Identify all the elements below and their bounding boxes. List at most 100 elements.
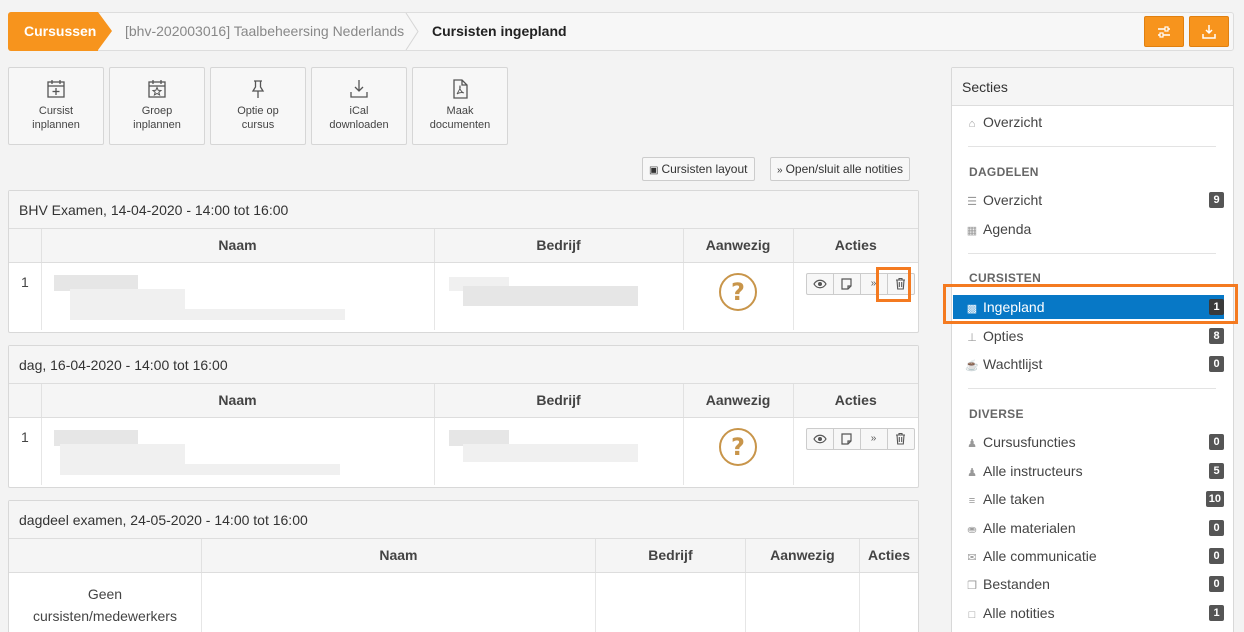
- col-index: [9, 539, 202, 573]
- trash-icon: [896, 432, 905, 445]
- sidebar-item-opties[interactable]: ⊥ Opties 8: [953, 324, 1224, 348]
- double-chevron-down-icon: »: [870, 433, 877, 444]
- ical-downloaden-button[interactable]: iCal downloaden: [311, 67, 407, 145]
- breadcrumb-course[interactable]: [bhv-202003016] Taalbeheersing Nederland…: [125, 13, 404, 50]
- attendance-unknown-icon[interactable]: ?: [719, 272, 757, 311]
- sidebar-item-label: Wachtlijst: [983, 356, 1043, 372]
- present-cell[interactable]: ?: [683, 417, 794, 485]
- calendar-icon: ▦: [966, 225, 978, 237]
- count-badge: 0: [1209, 576, 1224, 592]
- col-present: Aanwezig: [683, 384, 794, 418]
- tool-label-line2: documenten: [429, 119, 491, 131]
- users-icon: ♟: [967, 438, 977, 450]
- download-tray-icon: [1202, 24, 1216, 39]
- view-button[interactable]: [805, 272, 834, 295]
- settings-button[interactable]: [1144, 16, 1184, 47]
- divider: [968, 146, 1216, 147]
- pin-icon: ⊥: [967, 332, 977, 344]
- truck-icon: ⛂: [967, 524, 977, 536]
- empty-message: Geen cursisten/medewerkers: [9, 572, 202, 632]
- participant-name[interactable]: [41, 417, 435, 485]
- sections-sidebar: Secties ⌂ Overzicht DAGDELEN ☰ Overzicht 9 …: [951, 67, 1234, 632]
- sidebar-item-overzicht[interactable]: ⌂ Overzicht: [953, 110, 1224, 134]
- breadcrumb-separator: [405, 13, 419, 50]
- more-button[interactable]: »: [859, 427, 888, 450]
- col-name: Naam: [41, 229, 435, 263]
- count-badge: 5: [1209, 463, 1224, 479]
- tool-label-line2: inplannen: [133, 119, 181, 131]
- count-badge: 0: [1209, 548, 1224, 564]
- groep-inplannen-button[interactable]: Groep inplannen: [109, 67, 205, 145]
- sidebar-item-label: Alle notities: [983, 605, 1055, 621]
- maak-documenten-button[interactable]: Maak documenten: [412, 67, 508, 145]
- envelope-icon: ✉: [967, 552, 977, 564]
- note-icon: [841, 432, 852, 445]
- col-present: Aanwezig: [683, 229, 794, 263]
- user-icon: ♟: [967, 467, 977, 479]
- tool-label-line1: iCal: [349, 105, 369, 117]
- sidebar-item-dagdelen-overzicht[interactable]: ☰ Overzicht 9: [953, 188, 1224, 212]
- table-row[interactable]: 1 ? »: [9, 417, 918, 485]
- sidebar-item-label: Overzicht: [983, 114, 1043, 130]
- tool-label-line1: Maak: [446, 105, 474, 117]
- sidebar-item-wachtlijst[interactable]: ☕ Wachtlijst 0: [953, 352, 1224, 376]
- sidebar-item-agenda[interactable]: ▦ Agenda: [953, 217, 1224, 241]
- calendar-star-icon: [148, 80, 166, 98]
- tool-label-line1: Optie op: [237, 105, 279, 117]
- sidebar-item-taken[interactable]: ≡ Alle taken 10: [953, 487, 1224, 511]
- mug-icon: ☕: [965, 360, 979, 372]
- row-actions: »: [793, 417, 918, 485]
- count-badge: 8: [1209, 328, 1224, 344]
- sidebar-item-materialen[interactable]: ⛂ Alle materialen 0: [953, 516, 1224, 540]
- category-cursisten: CURSISTEN: [969, 271, 1042, 285]
- note-icon: [841, 277, 852, 290]
- delete-button[interactable]: [886, 427, 915, 450]
- sidebar-item-label: Alle taken: [983, 491, 1045, 507]
- double-chevron-icon: »: [777, 165, 783, 176]
- divider: [968, 388, 1216, 389]
- sidebar-item-cursusfuncties[interactable]: ♟ Cursusfuncties 0: [953, 430, 1224, 454]
- col-actions: Acties: [793, 229, 918, 263]
- section-title: dagdeel examen, 24-05-2020 - 14:00 tot 1…: [9, 501, 918, 539]
- category-diverse: DIVERSE: [969, 407, 1024, 421]
- present-cell[interactable]: ?: [683, 262, 794, 330]
- tool-label-line1: Groep: [141, 105, 173, 117]
- count-badge: 0: [1209, 520, 1224, 536]
- table-row[interactable]: 1 ? »: [9, 262, 918, 330]
- breadcrumb-home[interactable]: Cursussen: [8, 12, 112, 51]
- table-row: Geen cursisten/medewerkers: [9, 572, 918, 632]
- tool-label-line2: downloaden: [329, 119, 389, 131]
- cursist-inplannen-button[interactable]: Cursist inplannen: [8, 67, 104, 145]
- col-company: Bedrijf: [434, 384, 684, 418]
- sidebar-item-bestanden[interactable]: ❐ Bestanden 0: [953, 572, 1224, 596]
- download-icon: [350, 80, 368, 98]
- breadcrumb-current: Cursisten ingepland: [432, 23, 567, 39]
- col-name: Naam: [41, 384, 435, 418]
- sidebar-item-instructeurs[interactable]: ♟ Alle instructeurs 5: [953, 459, 1224, 483]
- participant-name[interactable]: [41, 262, 435, 330]
- note-button[interactable]: [832, 272, 861, 295]
- participants-table: Naam Bedrijf Aanwezig Acties 1 ? »: [9, 384, 918, 485]
- participants-table: Naam Bedrijf Aanwezig Acties Geen cursis…: [9, 539, 918, 632]
- session-section-2: dag, 16-04-2020 - 14:00 tot 16:00 Naam B…: [8, 345, 919, 488]
- col-company: Bedrijf: [595, 539, 746, 573]
- sidebar-item-notities[interactable]: □ Alle notities 1: [953, 601, 1224, 625]
- toggle-notes-button[interactable]: » Open/sluit alle notities: [770, 157, 910, 181]
- attendance-unknown-icon[interactable]: ?: [719, 427, 757, 466]
- sidebar-item-label: Overzicht: [983, 192, 1043, 208]
- note-button[interactable]: [832, 427, 861, 450]
- optie-op-cursus-button[interactable]: Optie op cursus: [210, 67, 306, 145]
- tasks-icon: ≡: [968, 495, 976, 507]
- col-index: [9, 229, 42, 263]
- col-present: Aanwezig: [745, 539, 860, 573]
- sidebar-title: Secties: [952, 68, 1233, 106]
- count-badge: 0: [1209, 356, 1224, 372]
- sidebar-item-communicatie[interactable]: ✉ Alle communicatie 0: [953, 544, 1224, 568]
- export-button[interactable]: [1189, 16, 1229, 47]
- view-button[interactable]: [805, 427, 834, 450]
- row-index: 1: [9, 262, 42, 330]
- col-actions: Acties: [793, 384, 918, 418]
- empty-cell: [595, 572, 746, 632]
- cursisten-layout-button[interactable]: ▣ Cursisten layout: [642, 157, 755, 181]
- ingepland-highlight: [943, 284, 1238, 324]
